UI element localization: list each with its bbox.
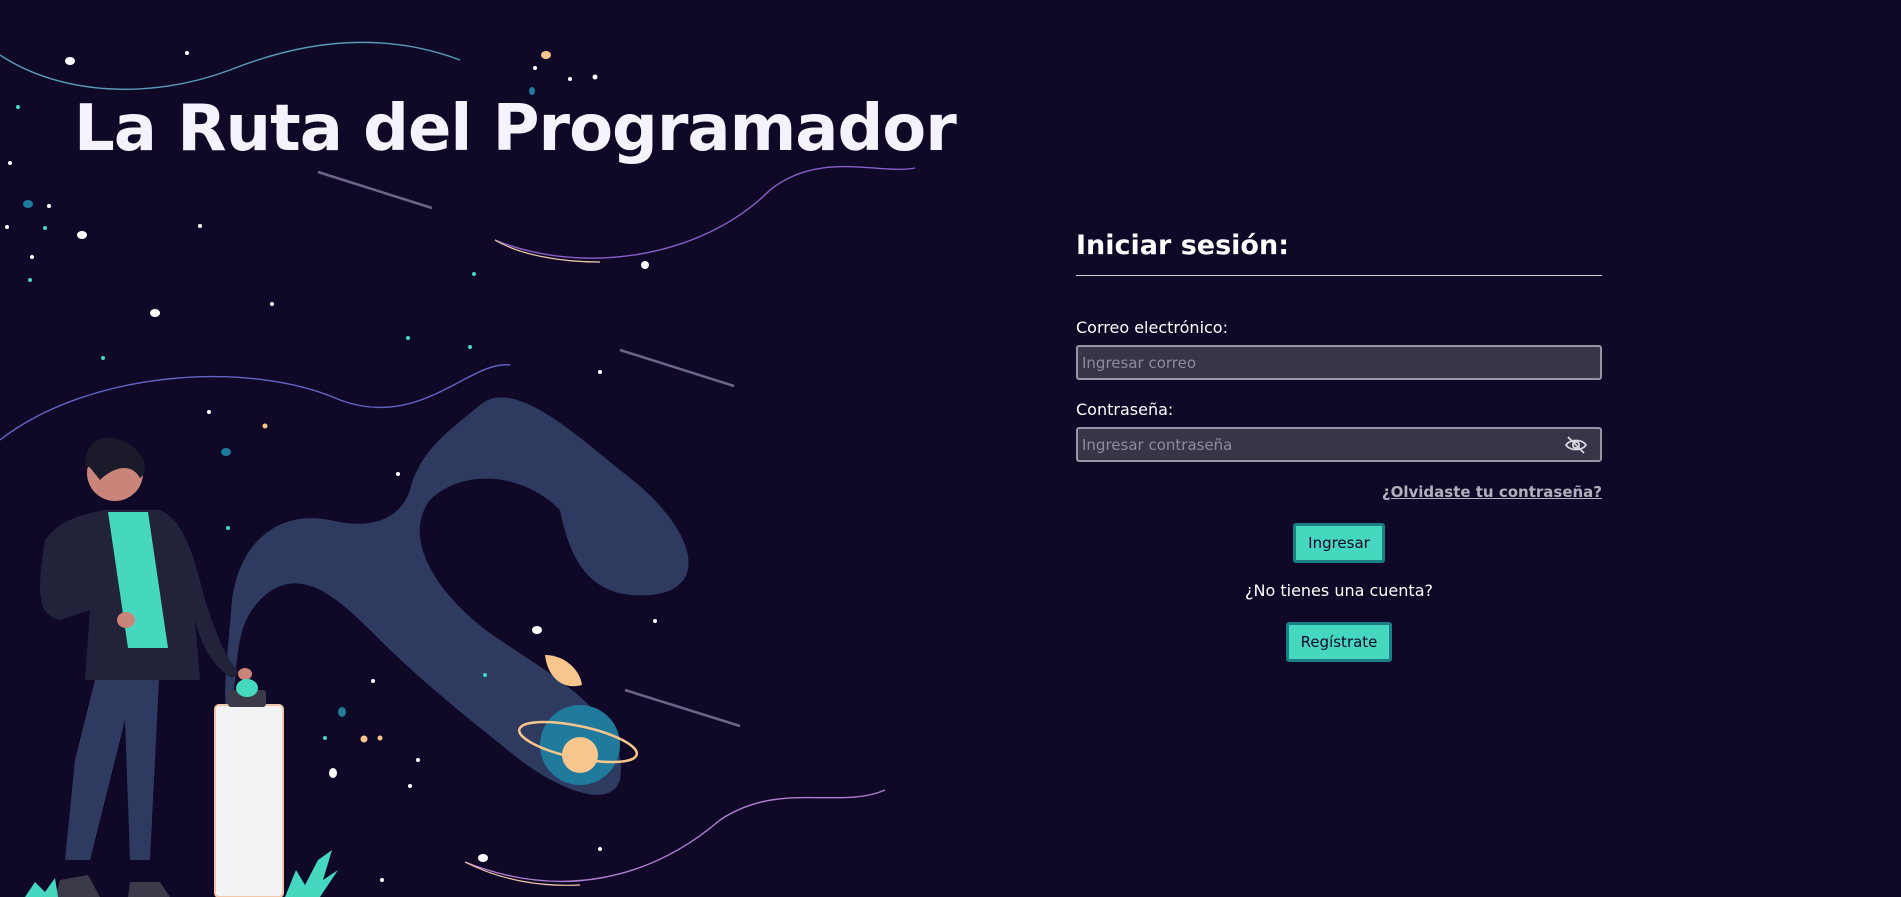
curve-line [494, 165, 916, 259]
curve-line [0, 41, 461, 90]
login-heading: Iniciar sesión: [1076, 230, 1602, 276]
forgot-row: ¿Olvidaste tu contraseña? [1076, 482, 1602, 501]
password-field[interactable] [1078, 429, 1600, 460]
shooting-star [317, 170, 433, 210]
plant [285, 850, 338, 897]
password-field-wrapper [1076, 427, 1602, 462]
eye-slash-icon[interactable] [1564, 436, 1588, 454]
login-panel: Iniciar sesión: Correo electrónico: Cont… [1076, 230, 1602, 662]
pedestal [214, 704, 284, 897]
space-illustration [0, 41, 916, 897]
register-button[interactable]: Regístrate [1285, 622, 1393, 662]
password-label: Contraseña: [1076, 400, 1174, 419]
curve-line [464, 789, 886, 883]
email-field[interactable] [1078, 347, 1600, 378]
shooting-star [619, 348, 735, 388]
plant [25, 878, 58, 897]
swirl-blob [225, 397, 689, 795]
curve-line [0, 364, 511, 441]
login-button[interactable]: Ingresar [1293, 523, 1385, 563]
email-field-wrapper [1076, 345, 1602, 380]
shooting-star [624, 688, 741, 728]
no-account-text: ¿No tienes una cuenta? [1245, 581, 1433, 600]
forgot-password-link[interactable]: ¿Olvidaste tu contraseña? [1382, 483, 1602, 501]
email-label: Correo electrónico: [1076, 318, 1228, 337]
